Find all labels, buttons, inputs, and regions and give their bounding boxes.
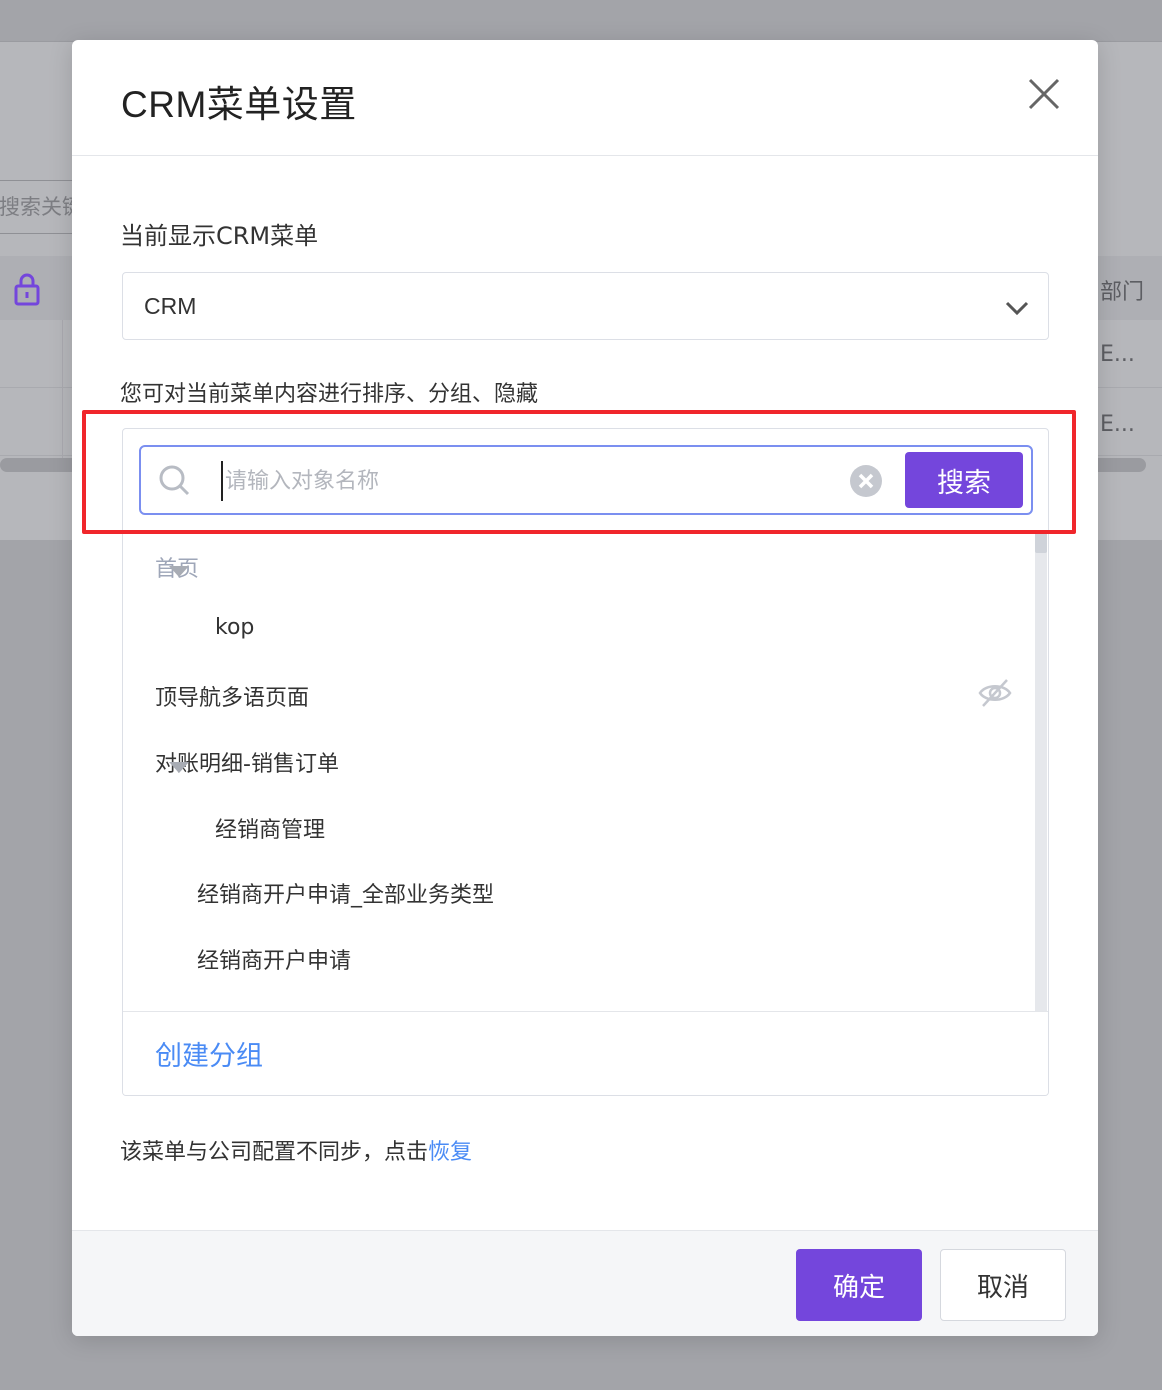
sync-note-text: 该菜单与公司配置不同步，点击 xyxy=(120,1140,429,1165)
caret-down-icon[interactable] xyxy=(169,762,189,774)
background-column-divider xyxy=(62,320,63,460)
background-column-header: 部门 xyxy=(1100,280,1145,305)
panel-footer: 创建分组 xyxy=(123,1011,1048,1095)
list-scrollbar-track[interactable] xyxy=(1035,531,1047,1011)
dialog-title: CRM菜单设置 xyxy=(121,84,357,125)
search-box: 搜索 xyxy=(139,445,1033,515)
dialog-header: CRM菜单设置 xyxy=(72,40,1098,156)
background-topbar xyxy=(0,0,1162,42)
eye-off-icon[interactable] xyxy=(977,675,1013,711)
clear-icon[interactable] xyxy=(849,464,883,498)
current-menu-label: 当前显示CRM菜单 xyxy=(120,222,319,250)
dialog-footer: 确定 取消 xyxy=(72,1230,1098,1336)
menu-select-value: CRM xyxy=(144,293,197,319)
background-search-input: 搜索关键 xyxy=(0,180,80,234)
search-input[interactable] xyxy=(221,461,841,501)
crm-menu-settings-dialog: CRM菜单设置 当前显示CRM菜单 CRM 您可对当前菜单内容进行排序、分组、隐… xyxy=(72,40,1098,1336)
menu-tip-text: 您可对当前菜单内容进行排序、分组、隐藏 xyxy=(120,382,539,407)
list-scrollbar-thumb[interactable] xyxy=(1035,531,1047,553)
list-item[interactable]: kop xyxy=(215,615,254,640)
list-item[interactable]: 经销商开户申请 xyxy=(197,943,351,975)
create-group-link[interactable]: 创建分组 xyxy=(155,1034,263,1073)
restore-link[interactable]: 恢复 xyxy=(428,1140,472,1165)
confirm-button[interactable]: 确定 xyxy=(796,1249,922,1321)
menu-select[interactable]: CRM xyxy=(122,272,1049,340)
background-cell: E... xyxy=(1100,412,1135,437)
search-button[interactable]: 搜索 xyxy=(905,452,1023,508)
close-icon[interactable] xyxy=(1026,76,1062,112)
menu-item-list: 首页 kop 顶导航多语页面 对账明细-销售订单 经销商管理 经销商开户申请_全… xyxy=(123,531,1033,1011)
sync-note: 该菜单与公司配置不同步，点击恢复 xyxy=(120,1134,472,1166)
list-item[interactable]: 经销商开户申请_全部业务类型 xyxy=(197,877,494,909)
list-item[interactable]: 顶导航多语页面 xyxy=(155,680,309,712)
background-cell: E... xyxy=(1100,342,1135,367)
chevron-down-icon xyxy=(1005,301,1029,316)
lock-icon xyxy=(14,273,40,306)
list-item[interactable]: 经销商管理 xyxy=(215,812,325,844)
menu-editor-panel: 搜索 首页 kop 顶导航多语页面 对账明细-销售订单 经销商管理 经销商开户申… xyxy=(122,428,1049,1096)
caret-down-icon[interactable] xyxy=(169,566,189,578)
cancel-button[interactable]: 取消 xyxy=(940,1249,1066,1321)
search-icon xyxy=(159,465,190,496)
